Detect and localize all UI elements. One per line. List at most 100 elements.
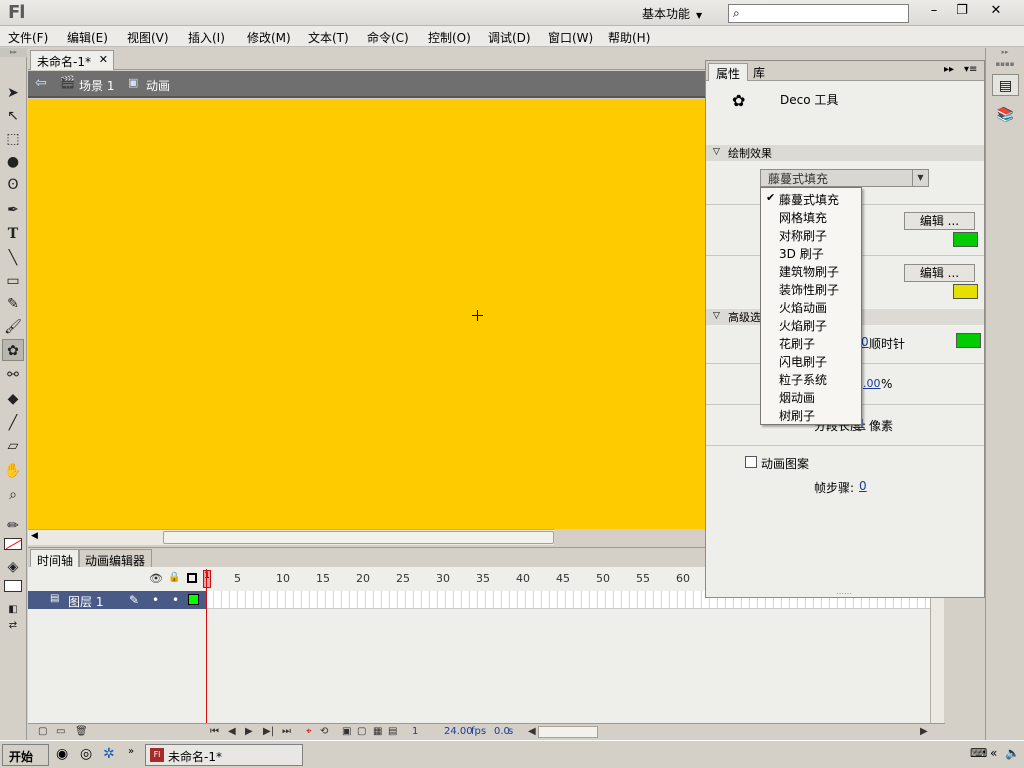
scale-value[interactable]: .00 bbox=[863, 377, 881, 390]
effect-option[interactable]: 对称刷子 bbox=[779, 227, 827, 244]
selection-tool-icon[interactable]: ➤ bbox=[2, 82, 24, 104]
settings-icon[interactable]: ✲ bbox=[103, 746, 115, 762]
close-button[interactable]: ✕ bbox=[982, 1, 1010, 21]
lock-dot[interactable]: • bbox=[172, 593, 179, 607]
start-button[interactable]: 开始 bbox=[2, 744, 49, 766]
taskbar-app-button[interactable]: Fl 未命名-1* bbox=[145, 744, 303, 766]
document-tab[interactable]: 未命名-1* ✕ bbox=[30, 50, 114, 70]
loop-icon[interactable]: ⟲ bbox=[320, 726, 328, 737]
close-tab-icon[interactable]: ✕ bbox=[99, 53, 108, 66]
effect-option[interactable]: 粒子系统 bbox=[779, 371, 827, 388]
next-frame-icon[interactable]: ▶| bbox=[263, 726, 274, 737]
stroke-color-swatch[interactable] bbox=[4, 538, 22, 550]
layer-name[interactable]: 图层 1 bbox=[68, 593, 103, 610]
menu-file[interactable]: 文件(F) bbox=[8, 29, 48, 46]
rotation-value[interactable]: 0 bbox=[861, 335, 869, 349]
flower-color-swatch[interactable] bbox=[953, 284, 978, 299]
eraser-tool-icon[interactable]: ▱ bbox=[2, 435, 24, 457]
menu-debug[interactable]: 调试(D) bbox=[488, 29, 531, 46]
first-frame-icon[interactable]: ⏮ bbox=[210, 726, 219, 737]
menu-edit[interactable]: 编辑(E) bbox=[67, 29, 108, 46]
effect-option[interactable]: 火焰刷子 bbox=[779, 317, 827, 334]
volume-icon[interactable]: 🔈 bbox=[1005, 746, 1020, 760]
branch-color-swatch[interactable] bbox=[956, 333, 981, 348]
paint-bucket-tool-icon[interactable]: ◆ bbox=[2, 388, 24, 410]
deco-tool-icon[interactable]: ✿ bbox=[2, 339, 24, 361]
effect-option[interactable]: 烟动画 bbox=[779, 389, 815, 406]
effect-option[interactable]: 装饰性刷子 bbox=[779, 281, 839, 298]
effect-option[interactable]: 闪电刷子 bbox=[779, 353, 827, 370]
resize-grip-icon[interactable]: ⋯⋯ bbox=[836, 589, 852, 598]
effect-option[interactable]: 火焰动画 bbox=[779, 299, 827, 316]
tab-motion-editor[interactable]: 动画编辑器 bbox=[78, 549, 153, 568]
new-folder-icon[interactable]: ▭ bbox=[56, 726, 65, 737]
tab-properties[interactable]: 属性 bbox=[708, 63, 749, 81]
effect-option[interactable]: 3D 刷子 bbox=[779, 245, 824, 262]
frame-step-value[interactable]: 0 bbox=[859, 479, 867, 493]
line-tool-icon[interactable]: ╲ bbox=[2, 247, 24, 269]
onion-markers-icon[interactable]: ▤ bbox=[388, 726, 397, 737]
3d-rotation-tool-icon[interactable]: ● bbox=[2, 151, 24, 173]
edit-multiple-icon[interactable]: ▦ bbox=[373, 726, 382, 737]
panel-menu-icon[interactable]: ▾≡ bbox=[964, 64, 977, 75]
menu-text[interactable]: 文本(T) bbox=[308, 29, 349, 46]
zoom-tool-icon[interactable]: ⌕ bbox=[2, 484, 24, 506]
outline-icon[interactable] bbox=[187, 573, 197, 583]
layer-row[interactable]: ▤ 图层 1 ✎ • • bbox=[28, 591, 206, 609]
dock-handle[interactable]: ▪▪▪▪ bbox=[986, 60, 1024, 70]
current-frame-value[interactable]: 1 bbox=[412, 726, 418, 737]
playhead-handle[interactable]: 1 bbox=[203, 570, 211, 588]
dock-grip[interactable]: ▸▸ bbox=[986, 48, 1024, 60]
hand-tool-icon[interactable]: ✋ bbox=[2, 460, 24, 482]
menu-view[interactable]: 视图(V) bbox=[127, 29, 169, 46]
timeline-scroll-right-icon[interactable]: ▶ bbox=[920, 726, 928, 737]
edit-flower-button[interactable]: 编辑 ... bbox=[904, 264, 975, 282]
stage-canvas[interactable] bbox=[28, 99, 705, 529]
layer-outline-color[interactable] bbox=[188, 594, 199, 605]
keyboard-icon[interactable]: ⌨ bbox=[970, 746, 987, 760]
free-transform-tool-icon[interactable]: ⬚ bbox=[2, 128, 24, 150]
fill-color-icon[interactable]: ◈ bbox=[2, 556, 24, 578]
workspace-switcher[interactable]: 基本功能 ▼ bbox=[642, 5, 702, 22]
brush-tool-icon[interactable]: 🖌 bbox=[2, 316, 24, 338]
expand-icon[interactable]: » bbox=[128, 746, 134, 757]
eye-icon[interactable]: 👁 bbox=[149, 572, 163, 585]
eyedropper-tool-icon[interactable]: ╱ bbox=[2, 412, 24, 434]
effect-option[interactable]: 建筑物刷子 bbox=[779, 263, 839, 280]
edit-leaf-button[interactable]: 编辑 ... bbox=[904, 212, 975, 230]
bone-tool-icon[interactable]: ⚯ bbox=[2, 364, 24, 386]
menu-insert[interactable]: 插入(I) bbox=[188, 29, 225, 46]
leaf-color-swatch[interactable] bbox=[953, 232, 978, 247]
onion-skin-icon[interactable]: ▣ bbox=[342, 726, 351, 737]
effect-select[interactable]: 藤蔓式填充 ▼ bbox=[760, 169, 929, 187]
section-draw-effect[interactable]: ▽ 绘制效果 bbox=[706, 145, 984, 161]
lock-icon[interactable]: 🔒 bbox=[168, 572, 180, 583]
tab-library[interactable]: 库 bbox=[746, 63, 772, 81]
new-layer-icon[interactable]: ▢ bbox=[38, 726, 47, 737]
text-tool-icon[interactable]: T bbox=[2, 223, 24, 245]
menu-command[interactable]: 命令(C) bbox=[367, 29, 409, 46]
effect-option[interactable]: ✔ 藤蔓式填充 bbox=[766, 191, 839, 208]
pencil-tool-icon[interactable]: ✎ bbox=[2, 293, 24, 315]
menu-help[interactable]: 帮助(H) bbox=[608, 29, 650, 46]
timeline-vertical-scrollbar[interactable] bbox=[930, 591, 944, 723]
fill-color-swatch[interactable] bbox=[4, 580, 22, 592]
menu-modify[interactable]: 修改(M) bbox=[247, 29, 291, 46]
library-dock-icon[interactable]: 📚 bbox=[992, 104, 1019, 126]
scroll-left-icon[interactable]: ◀ bbox=[31, 531, 38, 541]
animate-pattern-checkbox[interactable] bbox=[745, 456, 757, 468]
restore-button[interactable]: ❐ bbox=[948, 1, 976, 21]
help-search-input[interactable]: ⌕ bbox=[728, 4, 909, 23]
play-icon[interactable]: ▶ bbox=[245, 726, 253, 737]
timeline-scroll-left-icon[interactable]: ◀ bbox=[528, 726, 536, 737]
effect-option[interactable]: 网格填充 bbox=[779, 209, 827, 226]
menu-control[interactable]: 控制(O) bbox=[428, 29, 471, 46]
prev-frame-icon[interactable]: ◀ bbox=[228, 726, 236, 737]
subselection-tool-icon[interactable]: ↖ bbox=[2, 105, 24, 127]
effect-option[interactable]: 树刷子 bbox=[779, 407, 815, 424]
tray-expand-icon[interactable]: « bbox=[990, 746, 997, 760]
tab-timeline[interactable]: 时间轴 bbox=[30, 549, 81, 568]
panel-grip[interactable] bbox=[705, 48, 985, 60]
stroke-color-icon[interactable]: ✏ bbox=[2, 515, 24, 537]
lasso-tool-icon[interactable]: ʘ bbox=[2, 174, 24, 196]
